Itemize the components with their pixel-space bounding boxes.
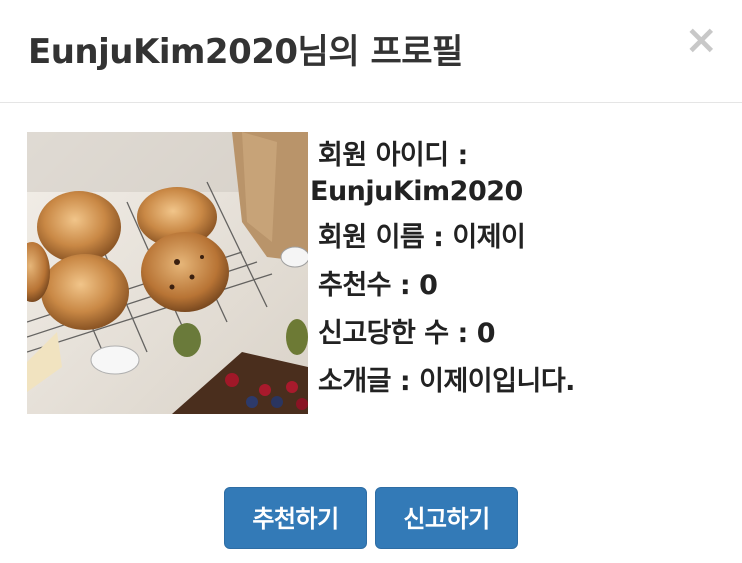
profile-photo: [27, 132, 308, 414]
report-button[interactable]: 신고하기: [375, 487, 518, 549]
modal-footer: 추천하기 신고하기: [0, 487, 742, 551]
modal-title: EunjuKim2020님의 프로필: [28, 32, 463, 72]
modal-header: EunjuKim2020님의 프로필 ×: [0, 0, 742, 103]
close-icon[interactable]: ×: [684, 20, 718, 60]
member-id-label: 회원 아이디 :: [318, 140, 468, 171]
profile-modal: EunjuKim2020님의 프로필 × 회원 아이디: EunjuKim20…: [0, 0, 742, 563]
profile-info: 회원 아이디 : EunjuKim2020 회원 이름 : 이제이 추천수 : …: [310, 138, 730, 400]
recommend-count: 추천수 : 0: [318, 270, 438, 301]
bagel-photo-image: [27, 132, 308, 414]
member-name: 회원 이름 : 이제이: [318, 222, 526, 253]
report-count: 신고당한 수 : 0: [318, 318, 495, 349]
intro-text: 소개글 : 이제이입니다.: [318, 366, 575, 397]
recommend-button[interactable]: 추천하기: [224, 487, 367, 549]
member-id-value: EunjuKim2020: [310, 176, 523, 207]
